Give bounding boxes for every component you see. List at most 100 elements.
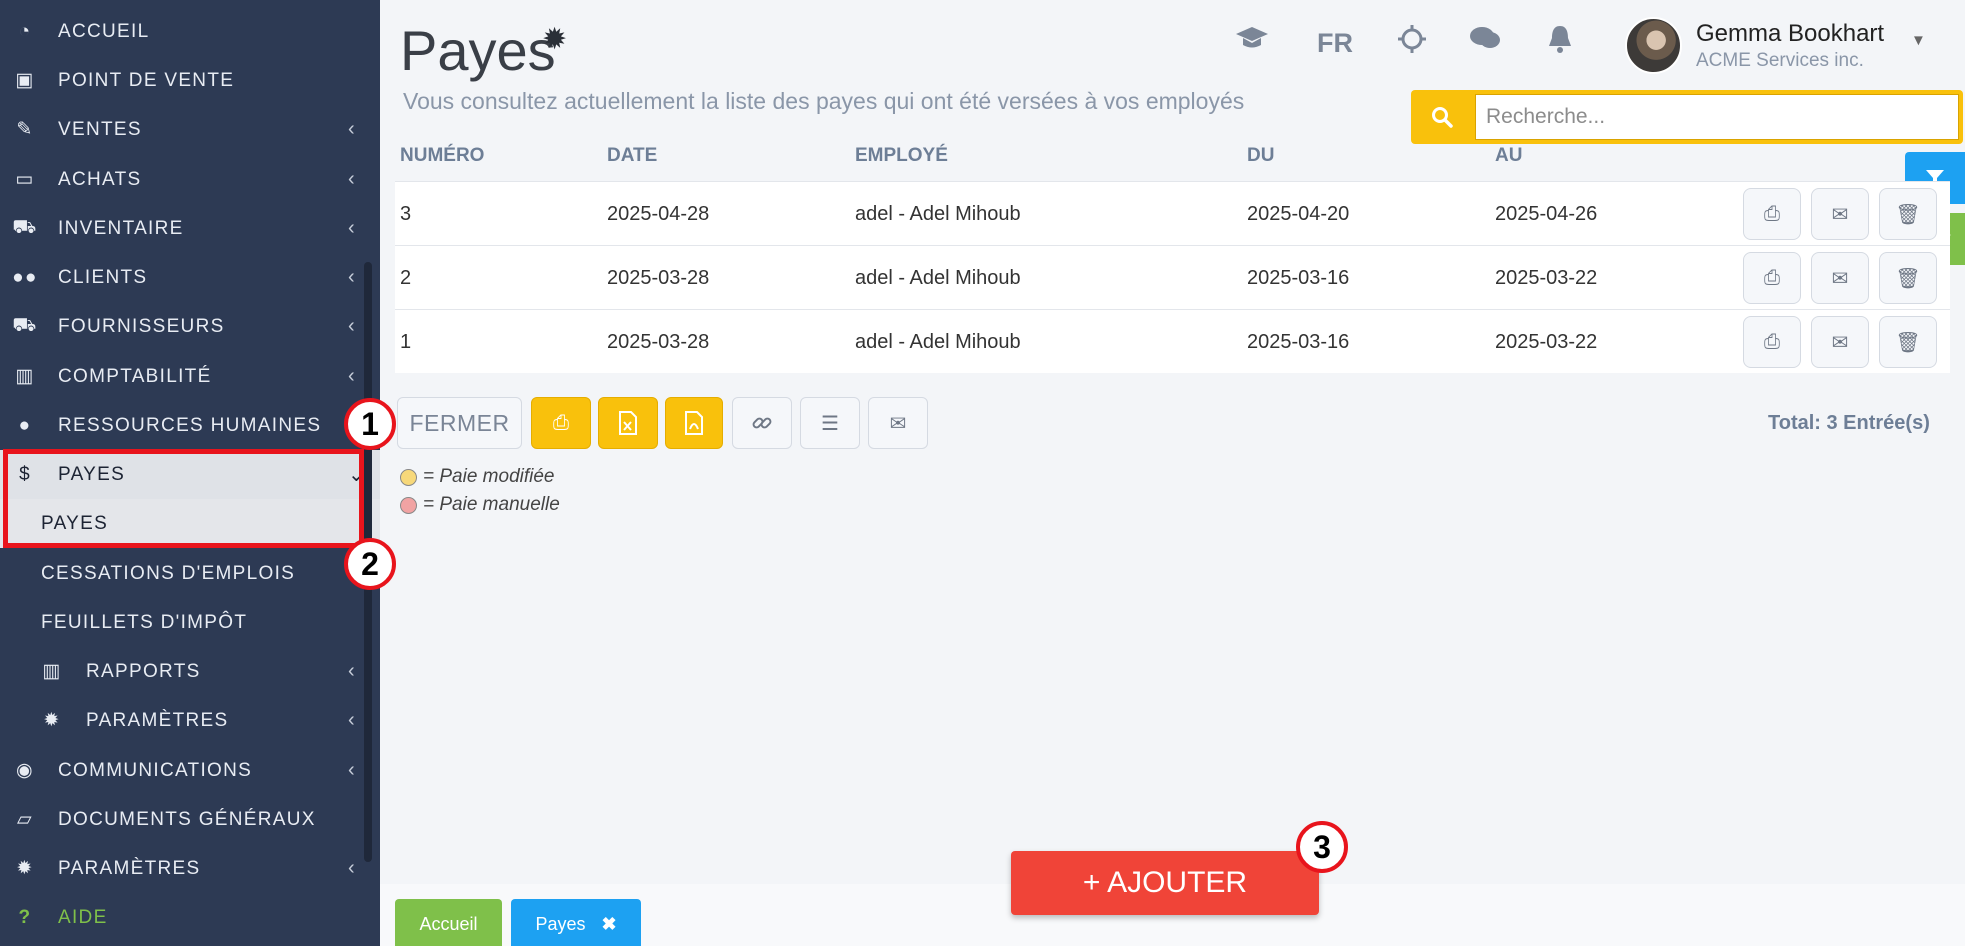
chevron-left-icon: ‹ [348, 365, 356, 387]
credit-card-icon: ▭ [15, 169, 35, 190]
sun-icon[interactable] [1392, 24, 1432, 61]
legend-dot-red [400, 496, 417, 514]
gear-icon[interactable]: ✹ [542, 22, 567, 57]
trash-icon[interactable]: 🗑 [1879, 252, 1937, 304]
sidebar-item-fournisseurs[interactable]: ⛟ FOURNISSEURS ‹ [0, 302, 380, 351]
sidebar-subitem-cessations-d-emplois[interactable]: CESSATIONS D'EMPLOIS [0, 549, 380, 598]
trash-icon[interactable]: 🗑 [1879, 316, 1937, 368]
payes-table: 3 2025-04-28 adel - Adel Mihoub 2025-04-… [395, 181, 1950, 373]
chat-icon: ◉ [16, 760, 34, 781]
column-header-du[interactable]: DU [1247, 145, 1274, 167]
sidebar-item-comptabilite[interactable]: ▥ COMPTABILITÉ ‹ [0, 352, 380, 401]
edit-icon: ✎ [16, 119, 34, 140]
print-icon[interactable]: ⎙ [1743, 188, 1801, 240]
graduation-cap-icon[interactable] [1232, 24, 1272, 59]
truck-icon: ⛟ [12, 314, 38, 336]
add-button[interactable]: + AJOUTER [1011, 851, 1319, 915]
table-row[interactable]: 1 2025-03-28 adel - Adel Mihoub 2025-03-… [395, 309, 1950, 373]
print-icon[interactable]: ⎙ [531, 397, 591, 449]
page-title: Payes [400, 19, 556, 82]
sidebar-subitem-parametres[interactable]: ✹ PARAMÈTRES ‹ [0, 696, 380, 745]
pdf-file-icon[interactable] [665, 397, 723, 449]
print-icon[interactable]: ⎙ [1743, 252, 1801, 304]
sidebar: ◔ ACCUEIL ▣ POINT DE VENTE ✎ VENTES ‹ ▭ … [0, 0, 380, 946]
search-input[interactable] [1475, 94, 1959, 140]
chevron-left-icon: ‹ [348, 118, 356, 140]
chevron-left-icon: ‹ [348, 709, 356, 731]
tab-payes[interactable]: Payes ✖ [511, 899, 641, 946]
print-icon[interactable]: ⎙ [1743, 316, 1801, 368]
column-header-au[interactable]: AU [1495, 145, 1522, 167]
users-icon: ●● [12, 266, 38, 288]
sidebar-subitem-rapports[interactable]: ▥ RAPPORTS ‹ [0, 647, 380, 696]
step-marker-2: 2 [344, 538, 396, 590]
dollar-icon: $ [19, 463, 31, 485]
sidebar-item-documents-generaux[interactable]: ▱ DOCUMENTS GÉNÉRAUX [0, 795, 380, 844]
chevron-left-icon: ‹ [348, 660, 356, 682]
step-marker-3: 3 [1296, 821, 1348, 873]
gear-icon: ✹ [16, 858, 34, 879]
cell-au: 2025-04-26 [1495, 203, 1598, 225]
column-header-date[interactable]: DATE [607, 145, 657, 167]
sidebar-subitem-feuillets-d-impot[interactable]: FEUILLETS D'IMPÔT [0, 598, 380, 647]
sidebar-item-point-de-vente[interactable]: ▣ POINT DE VENTE [0, 56, 380, 105]
link-icon[interactable] [732, 397, 792, 449]
sidebar-item-accueil[interactable]: ◔ ACCUEIL [0, 7, 380, 56]
chat-icon[interactable] [1465, 24, 1505, 59]
gear-icon: ✹ [43, 710, 61, 731]
sidebar-item-payes[interactable]: $ PAYES ⌄ [0, 450, 380, 499]
page-subtitle: Vous consultez actuellement la liste des… [403, 88, 1245, 114]
envelope-icon[interactable]: ✉ [1811, 252, 1869, 304]
chevron-left-icon: ‹ [348, 217, 356, 239]
table-row[interactable]: 3 2025-04-28 adel - Adel Mihoub 2025-04-… [395, 181, 1950, 245]
cell-employe: adel - Adel Mihoub [855, 203, 1021, 225]
column-header-numero[interactable]: NUMÉRO [400, 145, 484, 167]
question-icon: ? [18, 906, 32, 928]
cell-numero: 1 [400, 331, 412, 353]
language-switch[interactable]: FR [1317, 28, 1353, 59]
column-header-employe[interactable]: EMPLOYÉ [855, 145, 948, 167]
sidebar-item-parametres[interactable]: ✹ PARAMÈTRES ‹ [0, 844, 380, 893]
envelope-icon[interactable]: ✉ [1811, 316, 1869, 368]
sidebar-item-communications[interactable]: ◉ COMMUNICATIONS ‹ [0, 746, 380, 795]
list-icon[interactable]: ☰ [800, 397, 860, 449]
search-icon[interactable] [1411, 90, 1473, 144]
sidebar-item-inventaire[interactable]: ⛟ INVENTAIRE ‹ [0, 204, 380, 253]
user-name[interactable]: Gemma Bookhart [1696, 20, 1884, 48]
legend-modified: = Paie modifiée [400, 466, 555, 488]
sidebar-item-clients[interactable]: ●● CLIENTS ‹ [0, 253, 380, 302]
avatar[interactable] [1625, 17, 1682, 74]
trash-icon[interactable]: 🗑 [1879, 188, 1937, 240]
tab-accueil[interactable]: Accueil [395, 899, 502, 946]
envelope-icon[interactable]: ✉ [1811, 188, 1869, 240]
cell-numero: 3 [400, 203, 412, 225]
search-bar [1411, 90, 1963, 144]
bar-chart-icon: ▥ [15, 366, 35, 387]
bell-icon[interactable] [1540, 24, 1580, 61]
total-entries: Total: 3 Entrée(s) [1768, 412, 1930, 434]
sidebar-item-ressources-humaines[interactable]: ● RESSOURCES HUMAINES [0, 401, 380, 450]
excel-file-icon[interactable] [598, 397, 658, 449]
table-row[interactable]: 2 2025-03-28 adel - Adel Mihoub 2025-03-… [395, 245, 1950, 309]
caret-down-icon[interactable]: ▼ [1911, 32, 1926, 49]
sidebar-item-ventes[interactable]: ✎ VENTES ‹ [0, 105, 380, 154]
chevron-left-icon: ‹ [348, 266, 356, 288]
dashboard-icon: ◔ [18, 20, 32, 42]
legend-dot-yellow [400, 468, 417, 486]
cell-du: 2025-03-16 [1247, 331, 1350, 353]
cell-date: 2025-03-28 [607, 267, 710, 289]
envelope-icon[interactable]: ✉ [868, 397, 928, 449]
cash-icon: ▣ [15, 70, 35, 91]
close-icon[interactable]: ✖ [601, 914, 616, 935]
step-marker-1: 1 [344, 398, 396, 450]
sidebar-item-achats[interactable]: ▭ ACHATS ‹ [0, 155, 380, 204]
sidebar-item-aide[interactable]: ? AIDE [0, 893, 380, 942]
chevron-left-icon: ‹ [348, 759, 356, 781]
sidebar-subitem-payes[interactable]: PAYES [0, 499, 380, 548]
close-button[interactable]: FERMER [397, 397, 522, 449]
cell-date: 2025-03-28 [607, 331, 710, 353]
user-organization: ACME Services inc. [1696, 50, 1864, 71]
chevron-left-icon: ‹ [348, 168, 356, 190]
chevron-left-icon: ‹ [348, 315, 356, 337]
chevron-left-icon: ‹ [348, 857, 356, 879]
